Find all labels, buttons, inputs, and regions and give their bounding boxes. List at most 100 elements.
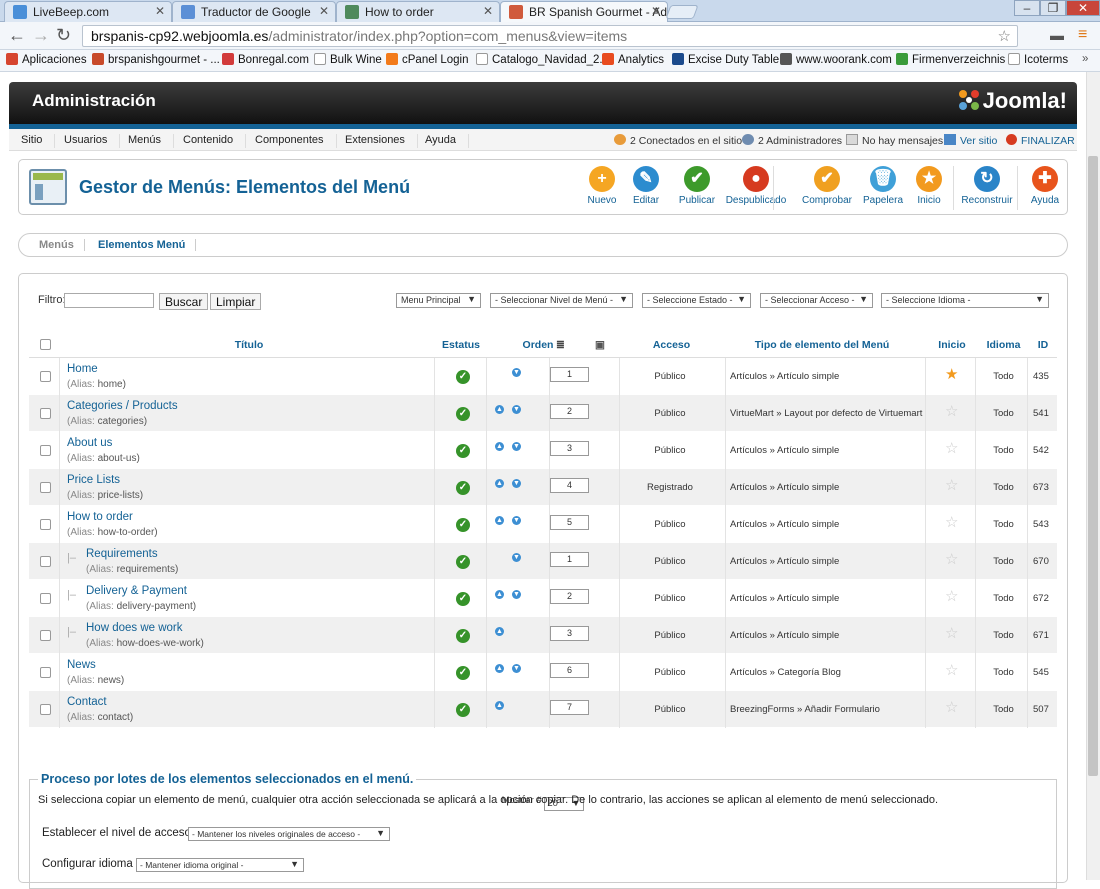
sort-order-icon[interactable]: ≣	[556, 339, 565, 351]
move-down-icon[interactable]: ▼	[512, 664, 521, 673]
bookmark-brspanishgourmet[interactable]: brspanishgourmet - ...	[92, 53, 220, 66]
bookmark-woorank[interactable]: www.woorank.com	[780, 53, 892, 66]
row-checkbox[interactable]	[40, 408, 51, 419]
item-title-link[interactable]: News	[67, 659, 96, 671]
checkin-button[interactable]: ✔ Comprobar	[799, 160, 855, 214]
row-checkbox[interactable]	[40, 519, 51, 530]
order-input[interactable]: 1	[550, 552, 589, 567]
browser-tab-admin[interactable]: BR Spanish Gourmet - Ad ✕	[500, 1, 668, 22]
move-up-icon[interactable]: ▲	[495, 516, 504, 525]
bookmark-bulk-wine[interactable]: Bulk Wine	[314, 53, 382, 66]
published-check-icon[interactable]: ✓	[456, 592, 470, 606]
move-up-icon[interactable]: ▲	[495, 479, 504, 488]
close-tab-icon[interactable]: ✕	[483, 4, 493, 18]
order-input[interactable]: 5	[550, 515, 589, 530]
browser-tab-translate[interactable]: Traductor de Google ✕	[172, 1, 336, 22]
browser-tab-livebeep[interactable]: LiveBeep.com ✕	[4, 1, 172, 22]
close-tab-icon[interactable]: ✕	[155, 4, 165, 18]
minimize-window-icon[interactable]: –	[1014, 0, 1040, 16]
published-check-icon[interactable]: ✓	[456, 481, 470, 495]
messages-status[interactable]: No hay mensajes	[846, 134, 943, 147]
published-check-icon[interactable]: ✓	[456, 703, 470, 717]
home-star-empty-icon[interactable]: ☆	[945, 589, 958, 604]
clear-button[interactable]: Limpiar	[210, 293, 262, 310]
browser-menu-icon[interactable]: ≡	[1078, 26, 1087, 44]
bookmark-catalogo[interactable]: Catalogo_Navidad_2...	[476, 53, 609, 66]
move-down-icon[interactable]: ▼	[512, 553, 521, 562]
col-access[interactable]: Acceso	[649, 339, 694, 351]
menu-componentes[interactable]: Componentes	[243, 134, 337, 148]
move-up-icon[interactable]: ▲	[495, 442, 504, 451]
move-up-icon[interactable]: ▲	[495, 627, 504, 636]
published-check-icon[interactable]: ✓	[456, 407, 470, 421]
order-input[interactable]: 4	[550, 478, 589, 493]
move-down-icon[interactable]: ▼	[512, 405, 521, 414]
row-checkbox[interactable]	[40, 704, 51, 715]
home-star-empty-icon[interactable]: ☆	[945, 404, 958, 419]
order-input[interactable]: 3	[550, 441, 589, 456]
item-title-link[interactable]: Contact	[67, 696, 107, 708]
url-input[interactable]: brspanis-cp92.webjoomla.es/administrator…	[82, 25, 1018, 47]
published-check-icon[interactable]: ✓	[456, 666, 470, 680]
published-check-icon[interactable]: ✓	[456, 518, 470, 532]
published-check-icon[interactable]: ✓	[456, 370, 470, 384]
order-input[interactable]: 1	[550, 367, 589, 382]
select-all-checkbox[interactable]	[40, 339, 51, 350]
move-up-icon[interactable]: ▲	[495, 405, 504, 414]
home-star-empty-icon[interactable]: ☆	[945, 478, 958, 493]
home-star-empty-icon[interactable]: ☆	[945, 515, 958, 530]
home-star-empty-icon[interactable]: ☆	[945, 552, 958, 567]
submenu-items[interactable]: Elementos Menú	[88, 239, 197, 251]
home-star-empty-icon[interactable]: ☆	[945, 626, 958, 641]
logout-link[interactable]: FINALIZAR	[1006, 134, 1075, 147]
bookmark-bonregal[interactable]: Bonregal.com	[222, 53, 309, 66]
row-checkbox[interactable]	[40, 630, 51, 641]
move-up-icon[interactable]: ▲	[495, 701, 504, 710]
forward-arrow-icon[interactable]: →	[32, 26, 50, 44]
language-select[interactable]: - Seleccione Idioma - ▼	[881, 293, 1049, 308]
move-up-icon[interactable]: ▲	[495, 664, 504, 673]
move-down-icon[interactable]: ▼	[512, 516, 521, 525]
new-tab-button[interactable]	[665, 5, 699, 19]
reload-icon[interactable]: ↻	[56, 26, 71, 44]
order-input[interactable]: 7	[550, 700, 589, 715]
item-title-link[interactable]: Home	[67, 363, 98, 375]
row-checkbox[interactable]	[40, 371, 51, 382]
order-input[interactable]: 2	[550, 404, 589, 419]
published-check-icon[interactable]: ✓	[456, 629, 470, 643]
level-select[interactable]: - Seleccionar Nivel de Menú - ▼	[490, 293, 633, 308]
batch-access-select[interactable]: - Mantener los niveles originales de acc…	[188, 827, 390, 841]
order-input[interactable]: 2	[550, 589, 589, 604]
col-status[interactable]: Estatus	[437, 339, 485, 351]
menu-menus[interactable]: Menús	[116, 134, 175, 148]
state-select[interactable]: - Seleccione Estado - ▼	[642, 293, 751, 308]
menu-select[interactable]: Menu Principal ▼	[396, 293, 481, 308]
publish-button[interactable]: ✔ Publicar	[674, 160, 720, 214]
move-up-icon[interactable]: ▲	[495, 590, 504, 599]
row-checkbox[interactable]	[40, 482, 51, 493]
bookmark-aplicaciones[interactable]: Aplicaciones	[6, 53, 87, 66]
col-id[interactable]: ID	[1029, 339, 1057, 351]
item-title-link[interactable]: About us	[67, 437, 112, 449]
new-button[interactable]: + Nuevo	[582, 160, 622, 214]
home-star-empty-icon[interactable]: ☆	[945, 441, 958, 456]
back-arrow-icon[interactable]: ←	[8, 26, 26, 44]
bookmarks-overflow-icon[interactable]: »	[1082, 53, 1088, 65]
view-site-link[interactable]: Ver sitio	[944, 134, 997, 147]
bookmark-icoterms[interactable]: Icoterms	[1008, 53, 1068, 66]
bookmark-cpanel[interactable]: cPanel Login	[386, 53, 469, 66]
menu-contenido[interactable]: Contenido	[171, 134, 247, 148]
bookmark-analytics[interactable]: Analytics	[602, 53, 664, 66]
order-input[interactable]: 6	[550, 663, 589, 678]
item-title-link[interactable]: How does we work	[86, 622, 183, 634]
order-input[interactable]: 3	[550, 626, 589, 641]
row-checkbox[interactable]	[40, 445, 51, 456]
close-window-icon[interactable]: ✕	[1066, 0, 1100, 16]
published-check-icon[interactable]: ✓	[456, 555, 470, 569]
item-title-link[interactable]: Delivery & Payment	[86, 585, 187, 597]
menu-extensiones[interactable]: Extensiones	[333, 134, 418, 148]
home-star-empty-icon[interactable]: ☆	[945, 700, 958, 715]
row-checkbox[interactable]	[40, 556, 51, 567]
close-tab-icon[interactable]: ✕	[319, 4, 329, 18]
col-language[interactable]: Idioma	[980, 339, 1027, 351]
